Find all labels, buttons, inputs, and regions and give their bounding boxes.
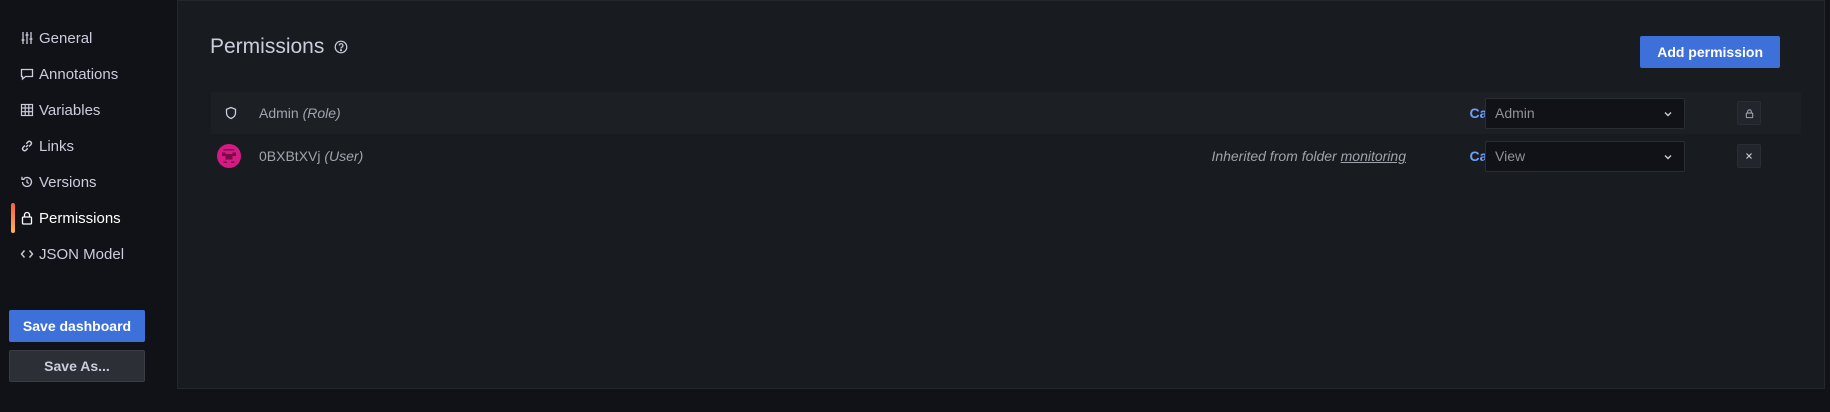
sliders-icon [20,31,34,45]
sidebar-item-label: Permissions [39,209,121,227]
sidebar-item-label: Links [39,137,75,155]
sidebar-item-permissions[interactable]: Permissions [0,200,174,236]
role-kind: (Role) [302,105,341,121]
permission-row: 0BXBtXVj (User) Inherited from folder mo… [211,135,1801,177]
permission-name: 0BXBtXVj (User) [259,148,363,164]
sidebar-item-label: Variables [39,101,101,119]
sidebar-item-annotations[interactable]: Annotations [0,56,174,92]
link-icon [20,139,34,153]
save-as-button[interactable]: Save As... [9,350,145,382]
sidebar-item-variables[interactable]: Variables [0,92,174,128]
comment-icon [20,67,34,81]
permission-select[interactable]: View [1485,140,1685,172]
chevron-down-icon [1664,154,1672,159]
close-icon [1746,153,1752,159]
shield-icon [221,103,241,123]
save-dashboard-button[interactable]: Save dashboard [9,310,145,342]
sidebar-item-label: General [39,29,93,47]
lock-icon [20,211,34,225]
sidebar-item-versions[interactable]: Versions [0,164,174,200]
remove-permission-button[interactable] [1737,144,1761,168]
permissions-panel: Permissions Add permission Admin (Role) … [177,0,1825,389]
locked-button[interactable] [1737,101,1761,125]
select-value: View [1495,148,1526,164]
inherited-text: Inherited from folder [1211,148,1337,164]
permission-select[interactable]: Admin [1485,97,1685,129]
sidebar-item-general[interactable]: General [0,20,174,56]
history-icon [20,175,34,189]
sidebar-item-label: Versions [39,173,97,191]
inherited-note: Inherited from folder monitoring [1211,148,1406,164]
lock-icon [1745,108,1753,118]
sidebar-item-label: Annotations [39,65,119,83]
role-name: Admin [259,105,299,121]
settings-sidebar: General Annotations Variables Links Vers… [0,0,174,412]
add-permission-button[interactable]: Add permission [1640,36,1780,68]
user-name: 0BXBtXVj [259,148,321,164]
table-icon [20,103,34,117]
sidebar-item-links[interactable]: Links [0,128,174,164]
sidebar-item-json-model[interactable]: JSON Model [0,236,174,272]
permission-name: Admin (Role) [259,105,341,121]
page-title: Permissions [210,35,325,58]
settings-nav: General Annotations Variables Links Vers… [0,20,174,272]
sidebar-item-label: JSON Model [39,245,125,263]
user-kind: (User) [324,148,364,164]
folder-link[interactable]: monitoring [1341,148,1406,164]
chevron-down-icon [1664,111,1672,116]
permission-row: Admin (Role) Can Admin [211,92,1801,134]
avatar [217,144,241,168]
title-row: Permissions [210,35,348,59]
code-icon [20,247,34,261]
help-icon[interactable] [334,40,348,54]
select-value: Admin [1495,105,1535,121]
